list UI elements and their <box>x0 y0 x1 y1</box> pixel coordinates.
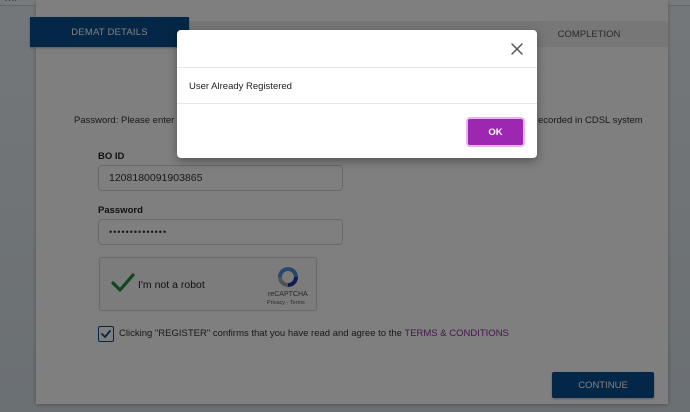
alert-dialog: User Already Registered OK <box>177 30 537 158</box>
ok-button[interactable]: OK <box>468 119 523 145</box>
dialog-body: User Already Registered <box>177 68 537 104</box>
close-icon[interactable] <box>510 42 524 56</box>
dialog-header <box>177 30 537 68</box>
dialog-message: User Already Registered <box>189 81 292 92</box>
